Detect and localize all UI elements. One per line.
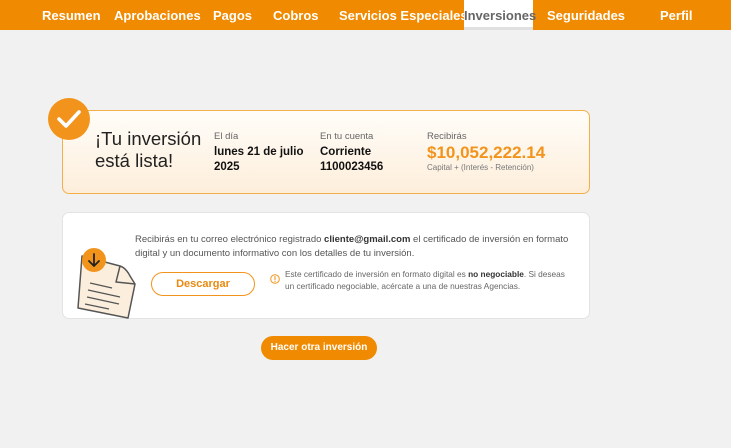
document-download-icon xyxy=(76,246,138,324)
nav-item-pagos[interactable]: Pagos xyxy=(213,0,252,30)
receive-amount: $10,052,222.14 xyxy=(427,143,546,162)
nav-item-perfil[interactable]: Perfil xyxy=(660,0,693,30)
download-button[interactable]: Descargar xyxy=(151,272,255,296)
top-navigation-bar: Resumen Aprobaciones Pagos Cobros Servic… xyxy=(0,0,731,30)
date-value: lunes 21 de julio 2025 xyxy=(214,146,304,173)
certificate-description: Recibirás en tu correo electrónico regis… xyxy=(135,234,569,259)
nav-item-cobros[interactable]: Cobros xyxy=(273,0,319,30)
account-value: Corriente 1100023456 xyxy=(320,145,415,175)
date-label: El día xyxy=(214,131,239,142)
non-negotiable-note: Este certificado de inversión en formato… xyxy=(285,269,565,291)
account-label: En tu cuenta xyxy=(320,131,374,142)
nav-item-aprobaciones[interactable]: Aprobaciones xyxy=(114,0,201,30)
new-investment-button[interactable]: Hacer otra inversión xyxy=(261,336,377,360)
check-icon xyxy=(48,98,90,140)
receive-note: Capital + (Interés - Retención) xyxy=(427,163,534,172)
certificate-card xyxy=(62,212,590,319)
account-number: 1100023456 xyxy=(320,161,384,173)
success-title: ¡Tu inversión está lista! xyxy=(95,128,202,171)
account-type: Corriente xyxy=(320,146,372,158)
nav-item-inversiones[interactable]: Inversiones xyxy=(464,0,536,30)
info-icon xyxy=(270,271,280,289)
registered-email: cliente@gmail.com xyxy=(324,234,411,245)
receive-label: Recibirás xyxy=(427,131,467,142)
nav-item-seguridades[interactable]: Seguridades xyxy=(547,0,625,30)
nav-item-servicios-especiales[interactable]: Servicios Especiales xyxy=(339,0,468,30)
nav-item-resumen[interactable]: Resumen xyxy=(42,0,101,30)
